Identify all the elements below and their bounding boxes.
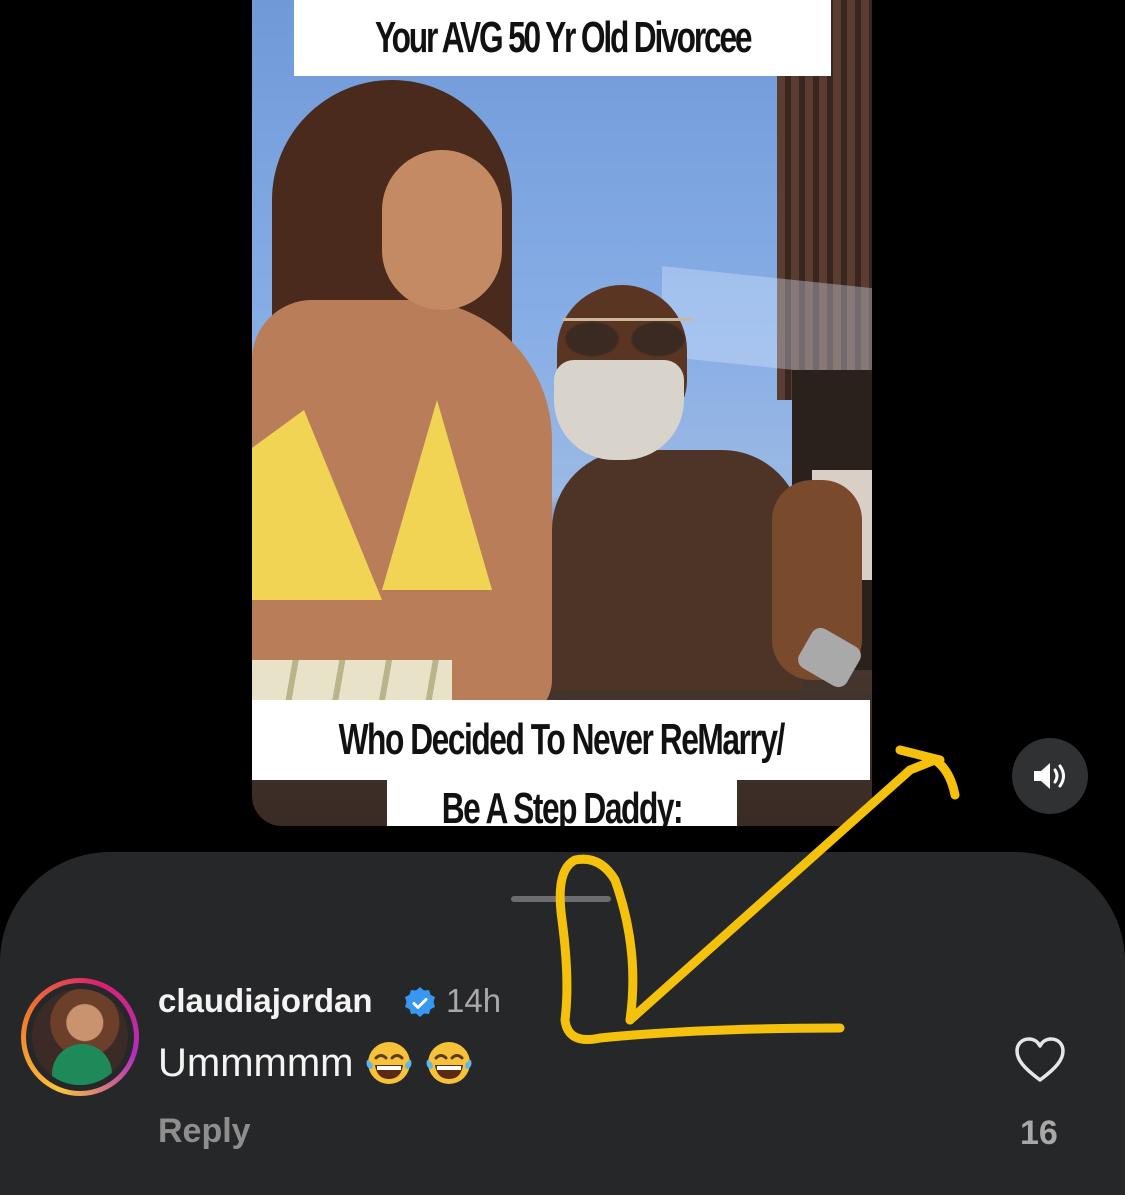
video-caption-bottom: Who Decided To Never ReMarry/ — [252, 700, 870, 780]
avatar-story-ring[interactable] — [21, 978, 139, 1096]
woman-face — [382, 150, 502, 310]
video-caption-bottom-line2: Be A Step Daddy: — [387, 780, 737, 826]
avatar-ring-gap — [26, 983, 134, 1091]
sheet-grabber-handle[interactable] — [511, 896, 611, 902]
man-figure — [552, 450, 802, 690]
video-preview[interactable]: Your AVG 50 Yr Old Divorcee Who Decided … — [252, 0, 872, 826]
reply-button[interactable]: Reply — [158, 1112, 251, 1151]
sunglasses — [562, 318, 692, 357]
comment-timestamp: 14h — [446, 982, 502, 1019]
verified-badge-icon — [405, 987, 435, 1017]
video-caption-top: Your AVG 50 Yr Old Divorcee — [294, 0, 831, 76]
face-with-tears-of-joy-icon — [426, 1042, 471, 1084]
avatar-dress — [52, 1044, 112, 1085]
avatar — [32, 989, 128, 1085]
like-count: 16 — [1020, 1114, 1058, 1152]
comment-text-row: Ummmmm — [158, 1038, 474, 1088]
comment-username[interactable]: claudiajordan — [158, 982, 373, 1020]
heart-outline-icon[interactable] — [1014, 1036, 1066, 1084]
face-with-tears-of-joy-icon — [366, 1042, 411, 1084]
speaker-on-icon — [1034, 763, 1065, 789]
sound-toggle-button[interactable] — [1012, 738, 1088, 814]
comment-text: Ummmmm — [158, 1040, 354, 1085]
man-beard — [554, 360, 684, 460]
